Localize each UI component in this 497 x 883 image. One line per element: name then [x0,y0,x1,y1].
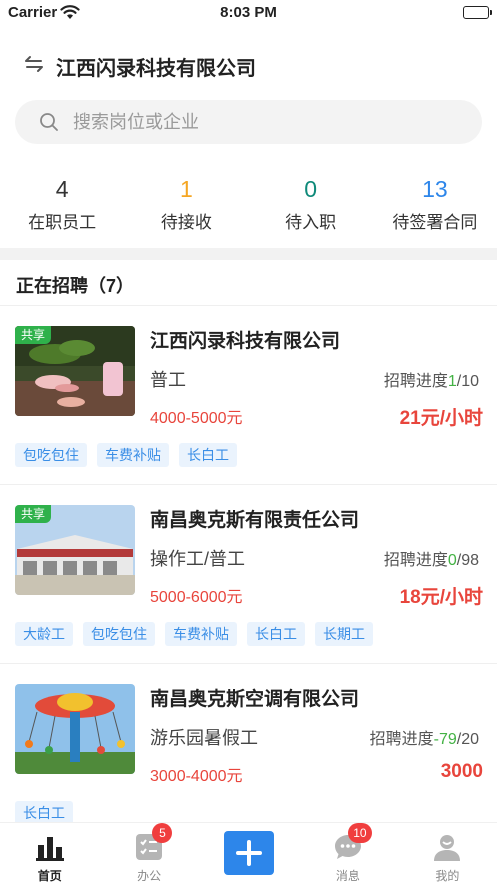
clock: 8:03 PM [220,4,277,21]
tab-label: 首页 [37,869,62,883]
section-divider [0,248,497,260]
job-card[interactable]: 南昌奥克斯空调有限公司 游乐园暑假工 招聘进度-79/20 3000-4000元… [0,664,497,842]
tab-add[interactable] [199,823,298,883]
header: 江西闪录科技有限公司 [0,44,497,84]
job-card[interactable]: 共享 江西闪录科技有限公司 普工 招聘进度1/10 4000-5000元 21元… [0,306,497,484]
job-title: 普工 [150,370,186,390]
recruit-progress: 招聘进度0/98 [384,546,479,570]
shared-badge: 共享 [15,505,52,523]
plus-icon [223,831,274,875]
stats-row: 4 在职员工 1 待接收 0 待入职 13 待签署合同 [0,172,497,242]
progress-total: /20 [456,731,479,748]
tab-messages[interactable]: 10 消息 [298,823,397,883]
stat-label: 在职员工 [28,213,97,232]
job-rate: 18元/小时 [399,587,483,608]
tab-label: 消息 [335,869,360,883]
stat-label: 待接收 [160,213,212,232]
job-title: 操作工/普工 [150,549,246,569]
progress-total: /10 [456,373,479,390]
stat-value: 4 [55,176,69,202]
stat-pending-onboard[interactable]: 0 待入职 [249,172,373,242]
progress-label: 招聘进度 [383,373,448,390]
job-tag: 包吃包住 [15,443,87,467]
stat-value: 13 [422,176,448,202]
battery-icon [463,6,492,19]
stat-value: 1 [179,176,193,202]
tab-mine[interactable]: 我的 [398,823,497,883]
job-rate: 21元/小时 [399,408,483,429]
bar-chart-icon [35,833,64,861]
job-tag: 长白工 [247,622,305,646]
tab-label: 办公 [137,869,162,883]
job-salary: 3000-4000元 [150,768,243,785]
search-bar[interactable] [15,100,482,144]
job-card[interactable]: 共享 南昌奥克斯有限责任公司 操作工/普工 招聘进度0/98 5000-6000… [0,485,497,663]
stat-pending-contract[interactable]: 13 待签署合同 [373,172,497,242]
progress-label: 招聘进度 [383,552,448,569]
progress-current: 1 [447,373,457,390]
tab-home[interactable]: 首页 [0,823,99,883]
job-tag: 车费补贴 [97,443,169,467]
job-company: 南昌奥克斯空调有限公司 [150,689,360,710]
job-tag: 车费补贴 [165,622,237,646]
progress-current: -79 [433,731,457,748]
tab-bar: 首页 5 办公 10 消息 我的 [0,822,497,883]
shared-badge: 共享 [15,326,52,344]
progress-label: 招聘进度 [369,731,434,748]
job-salary: 5000-6000元 [150,589,243,606]
search-icon [39,112,59,132]
stat-pending-receive[interactable]: 1 待接收 [124,172,248,242]
notification-badge: 5 [152,823,173,843]
job-tag: 长白工 [179,443,237,467]
job-image [15,684,135,774]
stat-label: 待入职 [285,213,337,232]
recruit-progress: 招聘进度1/10 [384,367,479,391]
stat-employees[interactable]: 4 在职员工 [0,172,124,242]
progress-current: 0 [447,552,457,569]
notification-badge: 10 [348,823,372,843]
job-company: 南昌奥克斯有限责任公司 [150,510,360,531]
job-company: 江西闪录科技有限公司 [150,331,341,352]
progress-total: /98 [456,552,479,569]
job-tag: 长期工 [315,622,373,646]
section-title: 正在招聘（7） [16,276,135,296]
search-input[interactable] [73,100,453,144]
job-salary: 4000-5000元 [150,410,243,427]
recruit-progress: 招聘进度-79/20 [370,725,479,749]
stat-label: 待签署合同 [392,213,478,232]
job-title: 游乐园暑假工 [150,728,258,748]
job-tags: 大龄工 包吃包住 车费补贴 长白工 长期工 [15,622,373,646]
user-icon [433,833,461,861]
job-tag: 包吃包住 [83,622,155,646]
switch-company-icon[interactable] [22,52,46,76]
job-tag: 大龄工 [15,622,73,646]
company-title[interactable]: 江西闪录科技有限公司 [56,52,256,81]
job-tags: 包吃包住 车费补贴 长白工 [15,443,237,467]
stat-value: 0 [304,176,318,202]
status-bar: Carrier 8:03 PM [0,0,497,26]
tab-office[interactable]: 5 办公 [99,823,198,883]
job-rate: 3000 [440,761,483,782]
tab-label: 我的 [435,869,460,883]
